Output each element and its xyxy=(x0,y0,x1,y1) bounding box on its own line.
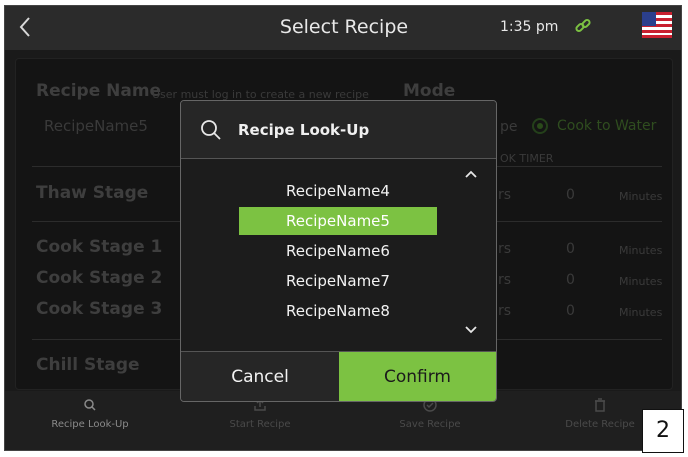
mode-option-partial: pe xyxy=(500,119,518,135)
top-bar: Select Recipe 1:35 pm xyxy=(5,6,681,50)
cook1-minutes-unit: Minutes xyxy=(619,244,663,257)
search-icon xyxy=(84,399,96,411)
link-icon xyxy=(575,18,591,33)
cancel-button[interactable]: Cancel xyxy=(181,352,339,401)
cook3-hours-partial: rs xyxy=(498,303,512,319)
search-icon xyxy=(201,120,221,140)
trash-icon xyxy=(595,398,605,412)
list-item[interactable]: RecipeName8 xyxy=(239,297,437,325)
cook3-minutes-unit: Minutes xyxy=(619,306,663,319)
mode-label: Mode xyxy=(403,81,456,101)
recipe-lookup-dialog: Recipe Look-Up RecipeName4 RecipeName5 R… xyxy=(180,100,497,402)
dialog-header: Recipe Look-Up xyxy=(181,101,496,159)
clock-time: 1:35 pm xyxy=(500,19,559,35)
cook1-minutes-value[interactable]: 0 xyxy=(566,241,575,257)
thaw-minutes-value[interactable]: 0 xyxy=(566,187,575,203)
chevron-up-icon[interactable] xyxy=(464,169,478,179)
recipe-name-label: Recipe Name xyxy=(36,81,162,101)
confirm-button[interactable]: Confirm xyxy=(339,352,496,401)
thaw-hours-partial: rs xyxy=(498,187,512,203)
page-number: 2 xyxy=(642,409,684,453)
cook-stage-1-label: Cook Stage 1 xyxy=(36,237,163,257)
save-recipe-label: Save Recipe xyxy=(399,419,461,430)
cook2-hours-partial: rs xyxy=(498,272,512,288)
start-recipe-label: Start Recipe xyxy=(229,419,291,430)
thaw-stage-label: Thaw Stage xyxy=(36,183,149,203)
cook-to-water-radio[interactable] xyxy=(532,118,548,134)
cook1-hours-partial: rs xyxy=(498,241,512,257)
cook3-minutes-value[interactable]: 0 xyxy=(566,303,575,319)
thaw-minutes-unit: Minutes xyxy=(619,190,663,203)
chill-stage-label: Chill Stage xyxy=(36,355,140,375)
cook2-minutes-value[interactable]: 0 xyxy=(566,272,575,288)
list-item-selected[interactable]: RecipeName5 xyxy=(239,207,437,235)
app-screen: Select Recipe 1:35 pm Recipe Name User m… xyxy=(4,5,682,451)
dialog-title: Recipe Look-Up xyxy=(238,121,370,139)
us-flag-icon[interactable] xyxy=(642,12,672,38)
list-item[interactable]: RecipeName7 xyxy=(239,267,437,295)
delete-recipe-label: Delete Recipe xyxy=(565,419,635,430)
recipe-lookup-label: Recipe Look-Up xyxy=(51,419,129,430)
cook2-minutes-unit: Minutes xyxy=(619,275,663,288)
cook-stage-3-label: Cook Stage 3 xyxy=(36,299,163,319)
list-item[interactable]: RecipeName4 xyxy=(239,177,437,205)
recipe-name-field[interactable]: RecipeName5 xyxy=(44,117,148,135)
cook-timer-label: OK TIMER xyxy=(500,152,554,165)
delete-recipe-button[interactable]: Delete Recipe xyxy=(545,397,655,430)
chevron-down-icon[interactable] xyxy=(464,325,478,335)
recipe-lookup-button[interactable]: Recipe Look-Up xyxy=(35,397,145,430)
list-item[interactable]: RecipeName6 xyxy=(239,237,437,265)
dialog-footer: Cancel Confirm xyxy=(181,351,496,401)
cook-stage-2-label: Cook Stage 2 xyxy=(36,268,163,288)
cook-to-water-label: Cook to Water xyxy=(557,118,657,134)
